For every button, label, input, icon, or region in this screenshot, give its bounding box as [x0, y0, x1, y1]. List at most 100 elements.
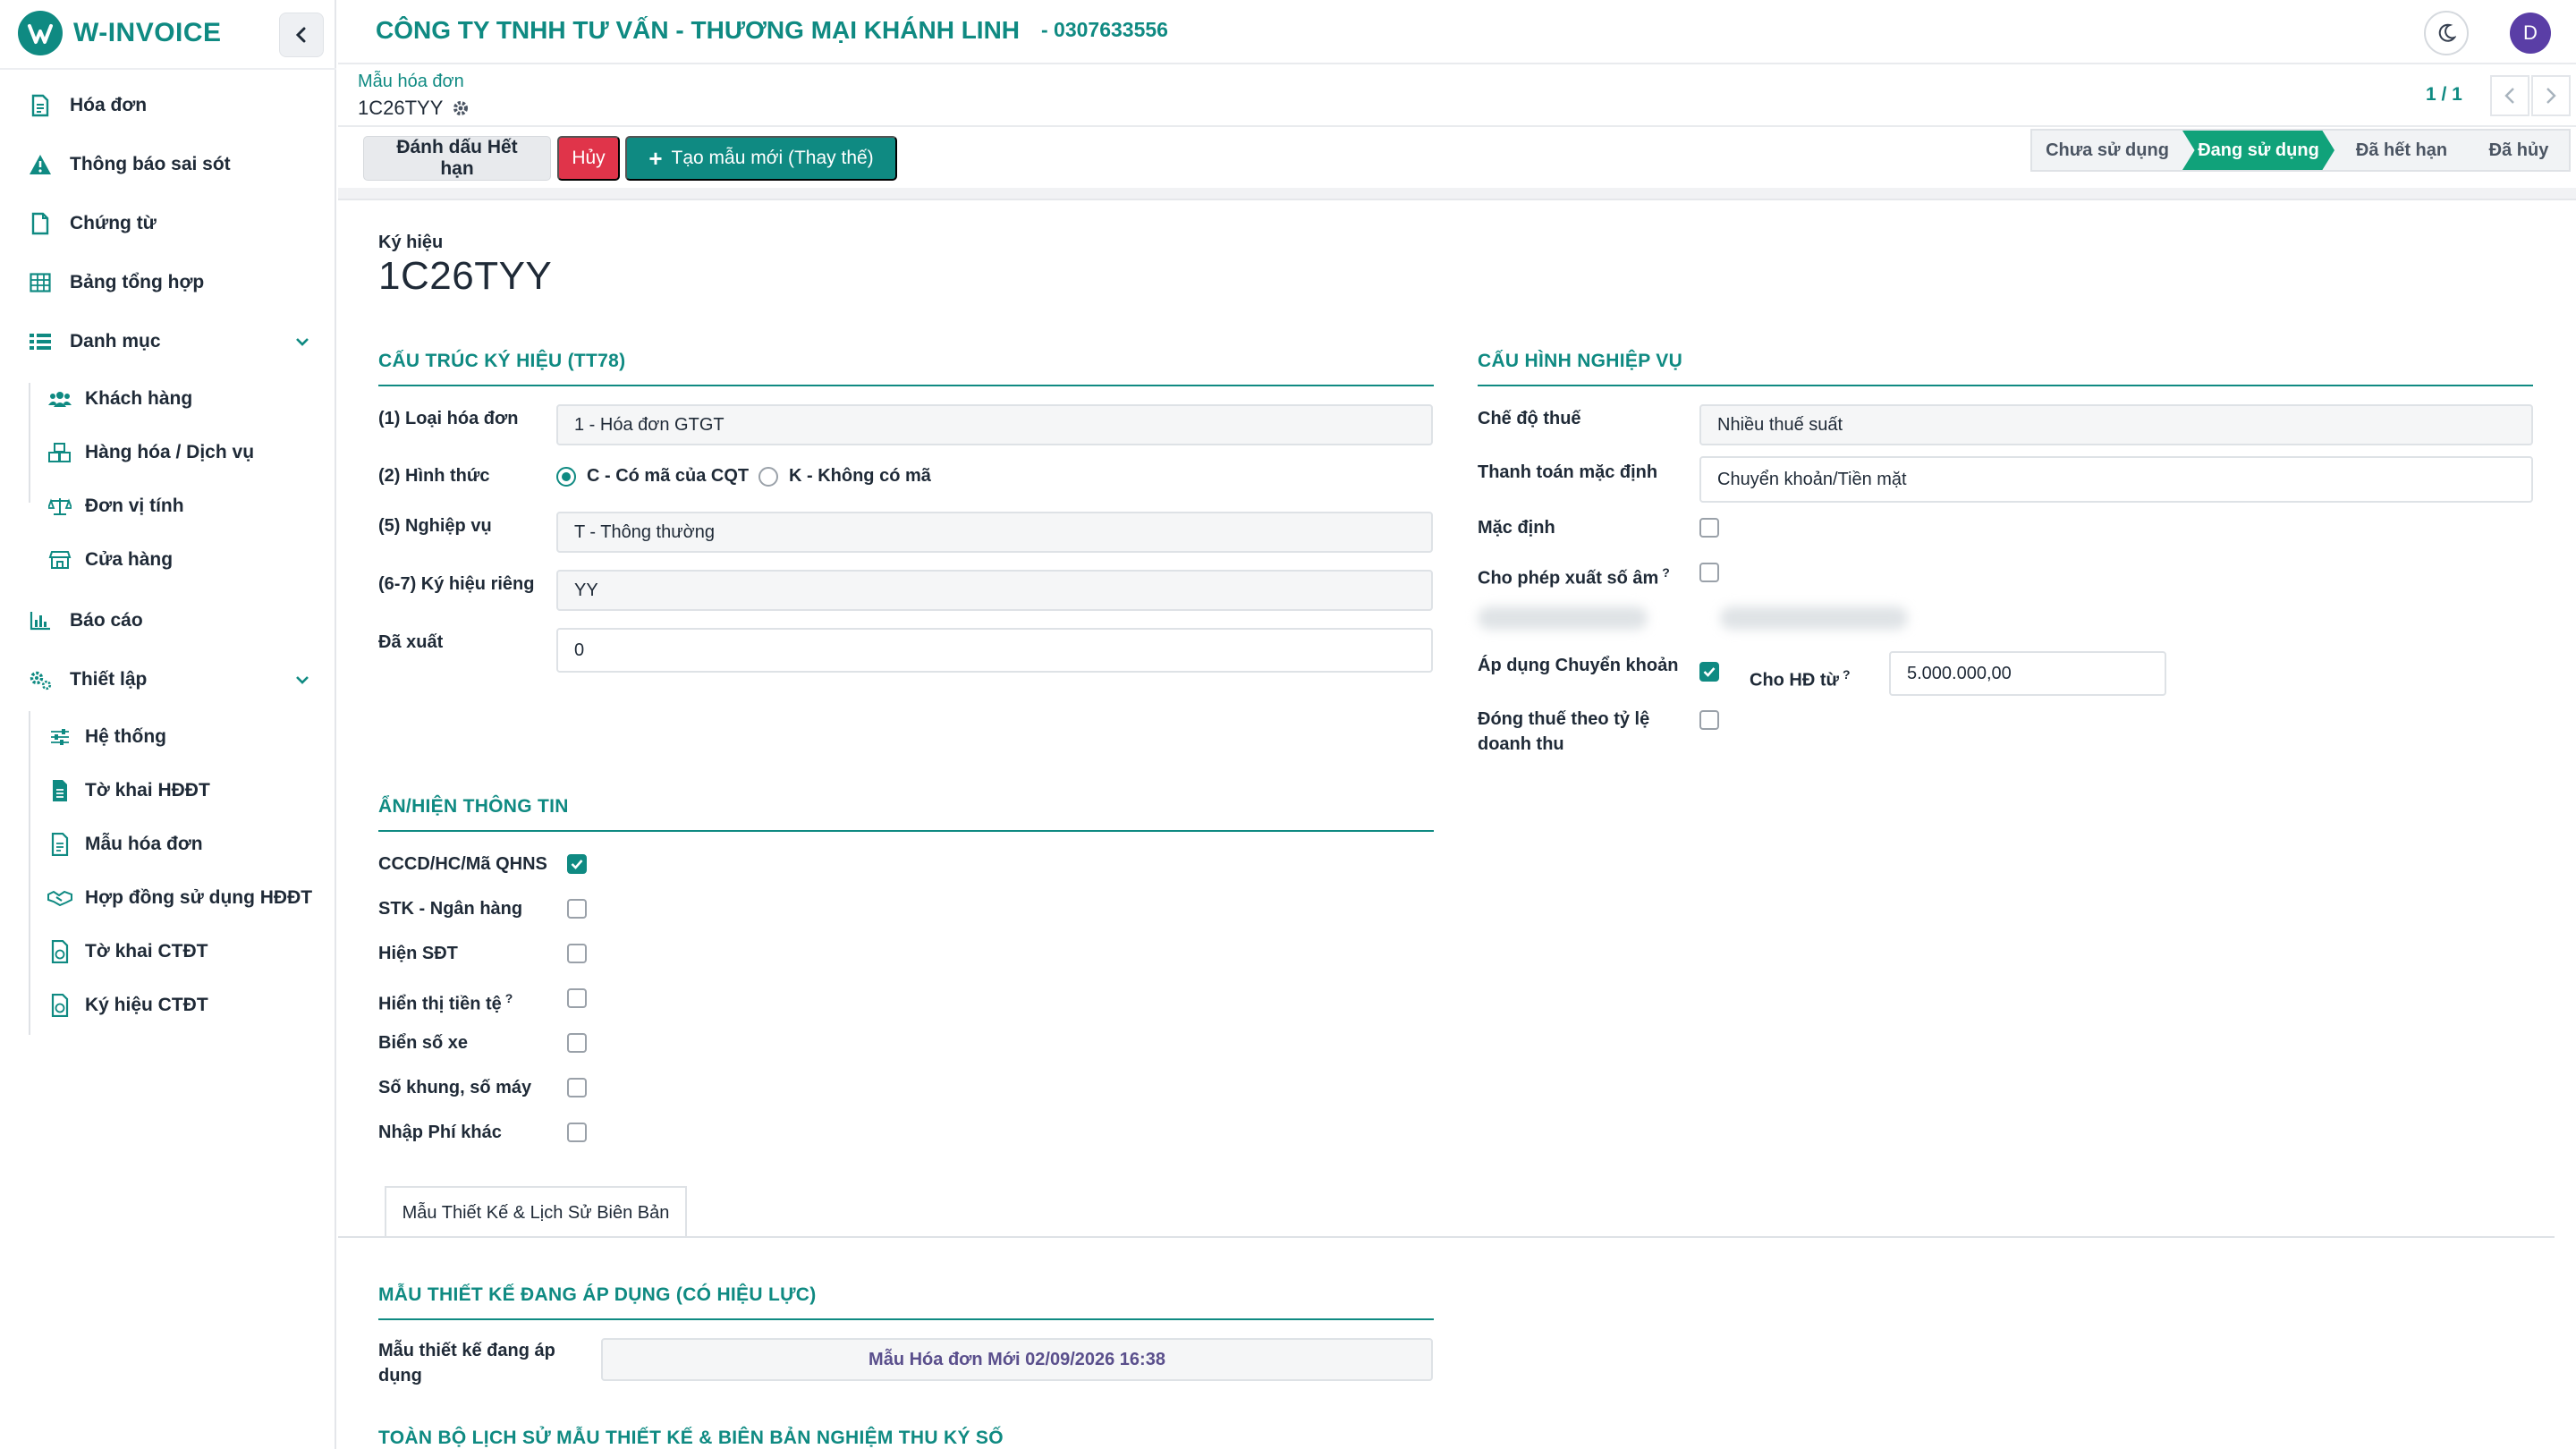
visibility-label-id: CCCD/HC/Mã QHNS: [378, 854, 547, 874]
handshake-icon: [47, 885, 73, 911]
checkmark-icon: [571, 860, 583, 869]
form-sheet: Ký hiệu 1C26TYY CẤU TRÚC KÝ HIỆU (TT78) …: [338, 202, 2576, 1449]
issued-field[interactable]: 0: [556, 628, 1433, 673]
chart-icon: [27, 607, 54, 634]
sliders-icon: [47, 724, 73, 750]
visibility-checkbox-other-fees[interactable]: [567, 1123, 587, 1142]
sidebar-item-e-voucher-symbols[interactable]: Ký hiệu CTĐT: [0, 979, 336, 1032]
sidebar-item-stores[interactable]: Cửa hàng: [0, 533, 336, 587]
users-icon: [47, 386, 73, 412]
warning-icon: [27, 151, 54, 178]
invoice-type-label: (1) Loại hóa đơn: [378, 409, 519, 428]
symbol-label: Ký hiệu: [378, 233, 444, 252]
visibility-checkbox-bank[interactable]: [567, 899, 587, 919]
default-payment-label: Thanh toán mặc định: [1478, 462, 1658, 482]
form-option-c[interactable]: C - Có mã của CQT: [556, 466, 749, 487]
pager-next-button[interactable]: [2531, 75, 2571, 116]
sidebar-item-vouchers[interactable]: Chứng từ: [0, 197, 336, 250]
breadcrumb-parent-link[interactable]: Mẫu hóa đơn: [358, 72, 464, 92]
visibility-checkbox-id[interactable]: [567, 854, 587, 874]
brand[interactable]: W-INVOICE: [18, 11, 222, 55]
sidebar-item-reports[interactable]: Báo cáo: [0, 594, 336, 648]
sidebar-item-invoices[interactable]: Hóa đơn: [0, 79, 336, 132]
sidebar-item-goods-services[interactable]: Hàng hóa / Dịch vụ: [0, 426, 336, 479]
mark-expired-button[interactable]: Đánh dấu Hết hạn: [363, 136, 551, 181]
sidebar-item-e-invoice-declaration[interactable]: Tờ khai HĐĐT: [0, 764, 336, 818]
scale-icon: [47, 493, 73, 520]
sidebar-item-settings[interactable]: Thiết lập: [0, 653, 336, 707]
theme-toggle-button[interactable]: [2424, 11, 2469, 55]
plus-icon: +: [648, 144, 663, 172]
sidebar-item-units[interactable]: Đơn vị tính: [0, 479, 336, 533]
tab-design-history[interactable]: Mẫu Thiết Kế & Lịch Sử Biên Bản: [385, 1186, 687, 1238]
visibility-label-chassis: Số khung, số máy: [378, 1078, 532, 1097]
apply-transfer-checkbox[interactable]: [1699, 662, 1719, 682]
revenue-tax-label: Đóng thuế theo tỷ lệ doanh thu: [1478, 709, 1650, 754]
sidebar-item-customers[interactable]: Khách hàng: [0, 372, 336, 426]
chevron-left-icon: [2504, 88, 2514, 104]
file-text-icon: [47, 831, 73, 858]
visibility-checkbox-chassis[interactable]: [567, 1078, 587, 1097]
default-checkbox[interactable]: [1699, 518, 1719, 538]
from-amount-label: Cho HĐ từ?: [1750, 667, 1851, 691]
avatar[interactable]: D: [2510, 13, 2551, 54]
create-new-template-button[interactable]: + Tạo mẫu mới (Thay thế): [625, 136, 897, 181]
radio-k[interactable]: [758, 466, 778, 487]
sidebar-collapse-button[interactable]: [279, 13, 324, 57]
status-step-cancelled[interactable]: Đã hủy: [2469, 131, 2569, 170]
boxes-icon: [47, 439, 73, 466]
status-steps: Chưa sử dụng Đang sử dụng Đã hết hạn Đã …: [2030, 129, 2571, 172]
section-title-config: CẤU HÌNH NGHIỆP VỤ: [1478, 351, 2533, 386]
apply-transfer-label: Áp dụng Chuyển khoản: [1478, 656, 1679, 675]
from-amount-field[interactable]: 5.000.000,00: [1889, 651, 2166, 696]
visibility-label-currency: Hiển thị tiền tệ?: [378, 991, 513, 1014]
radio-c[interactable]: [556, 466, 576, 487]
revenue-tax-checkbox[interactable]: [1699, 710, 1719, 730]
section-title-visibility: ẨN/HIỆN THÔNG TIN: [378, 796, 1434, 832]
business-field[interactable]: T - Thông thường: [556, 512, 1433, 553]
chevron-left-icon: [295, 27, 306, 43]
business-label: (5) Nghiệp vụ: [378, 516, 492, 536]
section-title-design: MẪU THIẾT KẾ ĐANG ÁP DỤNG (CÓ HIỆU LỰC): [378, 1284, 1434, 1320]
visibility-label-phone: Hiện SĐT: [378, 944, 458, 963]
gear-icon[interactable]: [452, 99, 470, 117]
sidebar-item-system[interactable]: Hệ thống: [0, 710, 336, 764]
store-icon: [47, 547, 73, 573]
company-name: CÔNG TY TNHH TƯ VẤN - THƯƠNG MẠI KHÁNH L…: [376, 16, 1021, 44]
section-title-structure: CẤU TRÚC KÝ HIỆU (TT78): [378, 351, 1434, 386]
tax-mode-label: Chế độ thuế: [1478, 409, 1581, 428]
pager-previous-button[interactable]: [2490, 75, 2529, 116]
sidebar-item-invoice-templates[interactable]: Mẫu hóa đơn: [0, 818, 336, 871]
applied-design-link[interactable]: Mẫu Hóa đơn Mới 02/09/2026 16:38: [601, 1338, 1433, 1381]
private-symbol-field[interactable]: YY: [556, 570, 1433, 611]
sidebar-item-e-voucher-declaration[interactable]: Tờ khai CTĐT: [0, 925, 336, 979]
visibility-label-bank: STK - Ngân hàng: [378, 899, 523, 919]
sidebar-item-catalog[interactable]: Danh mục: [0, 315, 336, 369]
visibility-checkbox-phone[interactable]: [567, 944, 587, 963]
visibility-checkbox-plate[interactable]: [567, 1033, 587, 1053]
sidebar-item-error-notices[interactable]: Thông báo sai sót: [0, 138, 336, 191]
pager-counter: 1 / 1: [2426, 84, 2462, 105]
checkmark-icon: [1703, 667, 1716, 677]
file-chart-icon: [47, 992, 73, 1019]
form-option-k[interactable]: K - Không có mã: [758, 466, 931, 487]
cancel-button[interactable]: Hủy: [557, 136, 620, 181]
moon-icon: [2438, 23, 2456, 42]
status-step-unused[interactable]: Chưa sử dụng: [2032, 131, 2182, 170]
chevron-down-icon: [292, 669, 313, 691]
status-step-expired[interactable]: Đã hết hạn: [2334, 131, 2469, 170]
visibility-label-plate: Biển số xe: [378, 1033, 469, 1053]
document-icon: [27, 210, 54, 237]
applied-design-label: Mẫu thiết kế đang áp dụng: [378, 1341, 555, 1385]
symbol-value: 1C26TYY: [378, 254, 553, 298]
tax-mode-field[interactable]: Nhiều thuế suất: [1699, 404, 2533, 445]
default-payment-field[interactable]: Chuyển khoản/Tiền mặt: [1699, 456, 2533, 503]
chevron-down-icon: [292, 331, 313, 352]
sidebar-item-e-invoice-contract[interactable]: Hợp đồng sử dụng HĐĐT: [0, 871, 336, 925]
invoice-icon: [27, 92, 54, 119]
allow-negative-checkbox[interactable]: [1699, 563, 1719, 582]
visibility-checkbox-currency[interactable]: [567, 988, 587, 1008]
invoice-type-field[interactable]: 1 - Hóa đơn GTGT: [556, 404, 1433, 445]
sidebar-item-summary-table[interactable]: Bảng tổng hợp: [0, 256, 336, 309]
status-step-in-use[interactable]: Đang sử dụng: [2182, 131, 2334, 170]
